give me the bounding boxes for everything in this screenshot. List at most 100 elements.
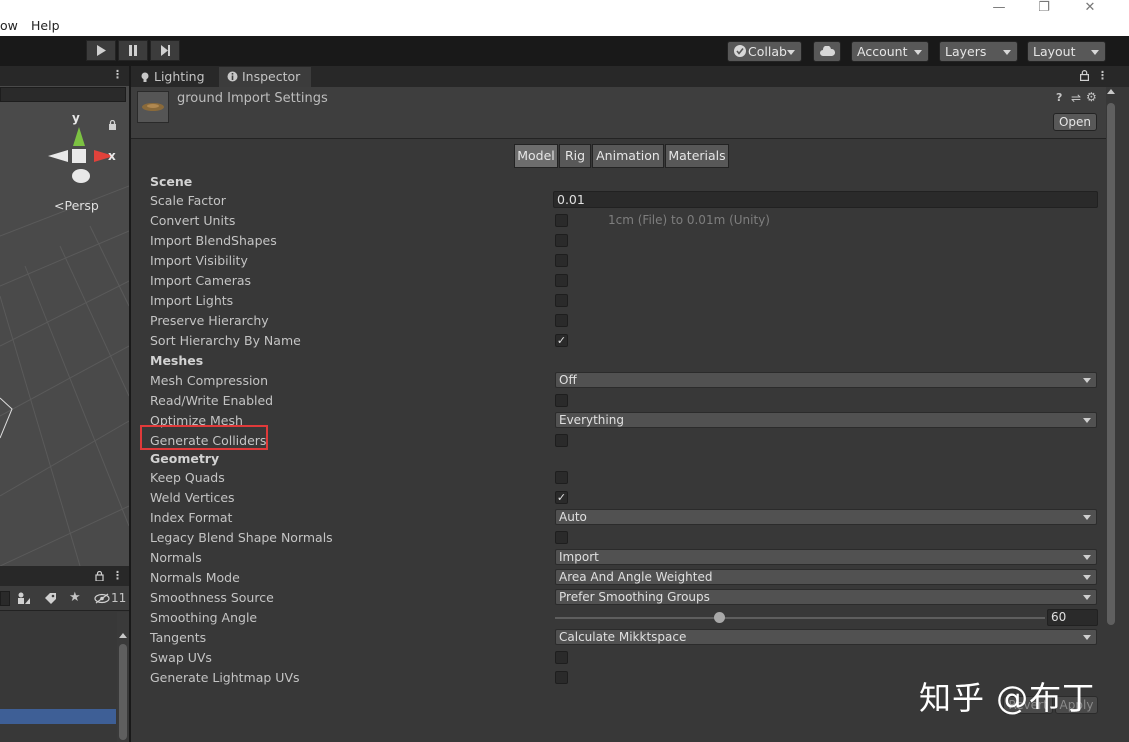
legacy-blend-checkbox[interactable] — [555, 531, 568, 544]
smoothing-angle-slider-handle[interactable] — [714, 612, 725, 623]
tab-animation[interactable]: Animation — [592, 144, 664, 168]
normals-mode-value: Area And Angle Weighted — [559, 570, 713, 584]
normals-mode-dropdown[interactable]: Area And Angle Weighted — [555, 569, 1097, 585]
chevron-down-icon — [1003, 50, 1011, 55]
mesh-compression-dropdown[interactable]: Off — [555, 372, 1097, 388]
swap-uvs-checkbox[interactable] — [555, 651, 568, 664]
hierarchy-scroll-thumb[interactable] — [119, 644, 127, 740]
tangents-dropdown[interactable]: Calculate Mikktspace — [555, 629, 1097, 645]
read-write-checkbox[interactable] — [555, 394, 568, 407]
inspector-scrollbar[interactable] — [1106, 87, 1116, 742]
scene-view[interactable]: ⋮ y x <Persp — [0, 66, 129, 566]
chevron-down-icon — [914, 50, 922, 55]
convert-units-checkbox[interactable] — [555, 214, 568, 227]
inspector-panel: Lighting Inspector ⋮ ground Import Setti… — [131, 66, 1129, 742]
keep-quads-checkbox[interactable] — [555, 471, 568, 484]
lock-icon[interactable] — [95, 571, 104, 581]
import-cameras-checkbox[interactable] — [555, 274, 568, 287]
asset-preview-thumbnail — [137, 91, 169, 123]
section-scene: Scene — [150, 174, 193, 189]
weld-vertices-checkbox[interactable]: ✓ — [555, 491, 568, 504]
preset-sliders-icon[interactable]: ⇌ — [1071, 92, 1081, 104]
index-format-dropdown[interactable]: Auto — [555, 509, 1097, 525]
layers-label: Layers — [945, 44, 987, 59]
scene-search-field[interactable] — [0, 87, 126, 102]
gear-icon[interactable]: ⚙ — [1086, 91, 1097, 103]
tab-inspector-label: Inspector — [242, 69, 301, 84]
step-button[interactable] — [150, 40, 180, 61]
convert-units-note: 1cm (File) to 0.01m (Unity) — [608, 213, 770, 227]
smoothing-angle-label: Smoothing Angle — [150, 610, 258, 625]
hierarchy-selected-row[interactable] — [0, 709, 116, 724]
scroll-up-icon[interactable] — [1107, 89, 1115, 94]
lock-icon[interactable] — [108, 120, 117, 130]
pause-icon — [129, 45, 137, 56]
menu-item-help[interactable]: Help — [31, 18, 60, 33]
persp-toggle[interactable]: <Persp — [54, 199, 99, 212]
pause-button[interactable] — [118, 40, 148, 61]
scene-visibility-icon[interactable] — [17, 592, 31, 605]
scale-factor-label: Scale Factor — [150, 193, 226, 208]
smoothness-source-value: Prefer Smoothing Groups — [559, 590, 710, 604]
axis-x-label: x — [108, 149, 116, 163]
tab-lighting[interactable]: Lighting — [132, 67, 218, 87]
more-menu-icon[interactable]: ⋮ — [1097, 70, 1108, 82]
section-meshes: Meshes — [150, 353, 204, 368]
cloud-button[interactable] — [813, 41, 841, 62]
chevron-down-icon — [1083, 418, 1091, 423]
layout-dropdown[interactable]: Layout — [1027, 41, 1106, 62]
weld-vertices-label: Weld Vertices — [150, 490, 235, 505]
optimize-mesh-dropdown[interactable]: Everything — [555, 412, 1097, 428]
hierarchy-search-field[interactable] — [0, 591, 10, 606]
smoothing-angle-input[interactable]: 60 — [1047, 609, 1098, 626]
import-visibility-checkbox[interactable] — [555, 254, 568, 267]
convert-units-label: Convert Units — [150, 213, 236, 228]
help-icon[interactable]: ? — [1056, 92, 1062, 104]
mesh-compression-label: Mesh Compression — [150, 373, 268, 388]
menu-bar: ow Help — ❐ ✕ — [0, 0, 1129, 36]
tangents-label: Tangents — [150, 630, 207, 645]
tab-inspector[interactable]: Inspector — [219, 67, 311, 87]
preserve-hierarchy-checkbox[interactable] — [555, 314, 568, 327]
layout-label: Layout — [1033, 44, 1076, 59]
hierarchy-scrollbar[interactable] — [117, 612, 129, 742]
smoothness-source-dropdown[interactable]: Prefer Smoothing Groups — [555, 589, 1097, 605]
chevron-down-icon — [787, 50, 795, 55]
star-icon[interactable]: ★ — [69, 591, 81, 604]
more-menu-icon[interactable]: ⋮ — [112, 570, 123, 582]
generate-lightmap-checkbox[interactable] — [555, 671, 568, 684]
tab-materials[interactable]: Materials — [665, 144, 729, 168]
normals-mode-label: Normals Mode — [150, 570, 240, 585]
inspector-tab-bar: Lighting Inspector ⋮ — [131, 66, 1129, 87]
hidden-eye-icon[interactable] — [94, 593, 110, 604]
chevron-down-icon — [1083, 515, 1091, 520]
chevron-down-icon — [1083, 378, 1091, 383]
lock-icon[interactable] — [1080, 70, 1089, 81]
restore-icon[interactable]: ❐ — [1034, 0, 1054, 15]
tab-rig[interactable]: Rig — [559, 144, 591, 168]
more-menu-icon[interactable]: ⋮ — [112, 69, 123, 81]
normals-dropdown[interactable]: Import — [555, 549, 1097, 565]
hierarchy-tab-bar: ⋮ — [0, 566, 129, 586]
inspector-scroll-thumb[interactable] — [1107, 103, 1115, 625]
generate-colliders-checkbox[interactable] — [555, 434, 568, 447]
smoothness-source-label: Smoothness Source — [150, 590, 274, 605]
index-format-label: Index Format — [150, 510, 233, 525]
scroll-up-icon[interactable] — [119, 633, 127, 638]
sort-hierarchy-checkbox[interactable]: ✓ — [555, 334, 568, 347]
scale-factor-input[interactable]: 0.01 — [553, 191, 1098, 208]
layers-dropdown[interactable]: Layers — [939, 41, 1018, 62]
collab-button[interactable]: Collab — [727, 41, 802, 62]
scene-tab-bar: ⋮ — [0, 66, 129, 86]
play-button[interactable] — [86, 40, 116, 61]
import-blendshapes-checkbox[interactable] — [555, 234, 568, 247]
menu-item-window[interactable]: ow — [0, 18, 18, 33]
import-lights-checkbox[interactable] — [555, 294, 568, 307]
tab-model[interactable]: Model — [514, 144, 558, 168]
open-button[interactable]: Open — [1053, 113, 1097, 131]
close-icon[interactable]: ✕ — [1080, 0, 1100, 15]
account-dropdown[interactable]: Account — [851, 41, 929, 62]
smoothing-angle-slider-track[interactable] — [555, 617, 1045, 619]
minimize-icon[interactable]: — — [989, 0, 1009, 15]
tag-icon[interactable] — [44, 592, 57, 605]
